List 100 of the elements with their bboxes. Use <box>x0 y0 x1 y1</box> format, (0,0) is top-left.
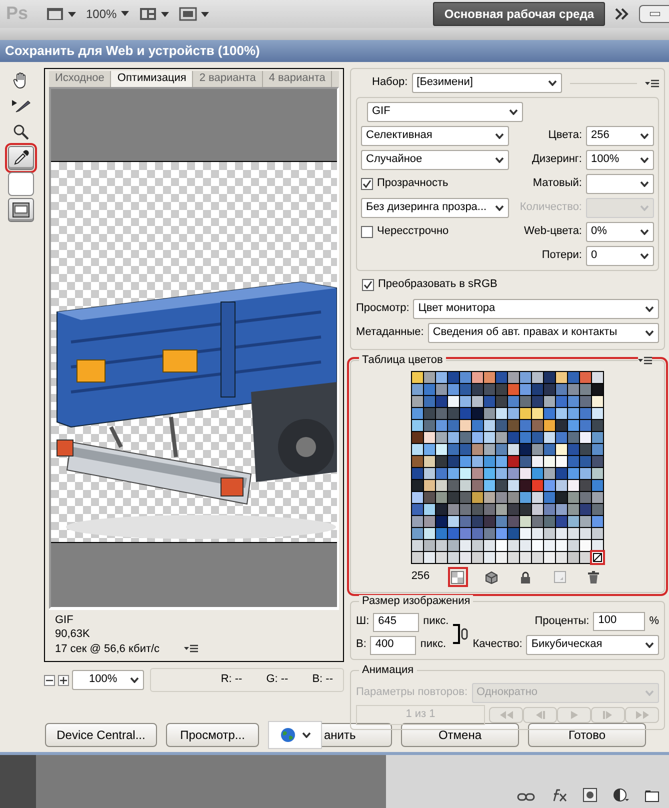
color-swatch[interactable] <box>460 480 471 491</box>
cancel-button[interactable]: Отмена <box>401 723 519 747</box>
color-swatch[interactable] <box>556 420 567 431</box>
color-swatch[interactable] <box>484 504 495 515</box>
color-swatch[interactable] <box>484 456 495 467</box>
color-swatch[interactable] <box>448 420 459 431</box>
color-swatch[interactable] <box>424 384 435 395</box>
color-swatch[interactable] <box>556 528 567 539</box>
color-swatch[interactable] <box>568 468 579 479</box>
color-swatch[interactable] <box>544 504 555 515</box>
value-dropdown[interactable]: 256 <box>586 126 654 146</box>
color-swatch[interactable] <box>568 396 579 407</box>
color-swatch[interactable] <box>496 396 507 407</box>
color-swatch[interactable] <box>532 408 543 419</box>
checkbox[interactable] <box>361 226 373 238</box>
color-swatch[interactable] <box>520 396 531 407</box>
view-tab[interactable]: 2 варианта <box>193 71 263 87</box>
color-swatch[interactable] <box>472 432 483 443</box>
device-central-button[interactable]: Device Central... <box>45 723 157 747</box>
color-swatch[interactable] <box>412 384 423 395</box>
color-swatch[interactable] <box>472 456 483 467</box>
color-swatch[interactable] <box>532 492 543 503</box>
color-swatch[interactable] <box>448 492 459 503</box>
color-swatch[interactable] <box>544 468 555 479</box>
color-swatch[interactable] <box>460 468 471 479</box>
color-swatch[interactable] <box>556 384 567 395</box>
color-swatch[interactable] <box>496 492 507 503</box>
color-swatch[interactable] <box>580 540 591 551</box>
color-swatch[interactable] <box>424 372 435 383</box>
last-frame-button[interactable] <box>625 707 659 723</box>
color-swatch[interactable] <box>472 420 483 431</box>
color-swatch[interactable] <box>460 456 471 467</box>
color-swatch[interactable] <box>520 516 531 527</box>
color-swatch[interactable] <box>508 528 519 539</box>
color-swatch[interactable] <box>460 504 471 515</box>
color-swatch[interactable] <box>460 540 471 551</box>
color-swatch[interactable] <box>556 432 567 443</box>
color-swatch[interactable] <box>412 480 423 491</box>
eyedropper-tool[interactable] <box>8 146 34 170</box>
color-swatch[interactable] <box>436 468 447 479</box>
color-swatch[interactable] <box>496 384 507 395</box>
view-tab[interactable]: Оптимизация <box>111 71 194 87</box>
color-swatch[interactable] <box>544 552 555 563</box>
color-swatch[interactable] <box>412 504 423 515</box>
color-swatch[interactable] <box>508 396 519 407</box>
prev-frame-button[interactable] <box>523 707 557 723</box>
color-swatch[interactable] <box>544 480 555 491</box>
color-swatch[interactable] <box>484 552 495 563</box>
color-swatch[interactable] <box>448 432 459 443</box>
color-swatch[interactable] <box>580 552 591 563</box>
color-swatch[interactable] <box>496 432 507 443</box>
color-swatch[interactable] <box>580 468 591 479</box>
color-swatch[interactable] <box>472 384 483 395</box>
color-swatch[interactable] <box>412 540 423 551</box>
color-swatch[interactable] <box>424 480 435 491</box>
color-swatch[interactable] <box>520 420 531 431</box>
color-swatch[interactable] <box>568 420 579 431</box>
minimize-button[interactable] <box>639 5 669 23</box>
color-swatch[interactable] <box>556 492 567 503</box>
color-swatch[interactable] <box>448 456 459 467</box>
color-swatch[interactable] <box>448 396 459 407</box>
color-swatch[interactable] <box>496 504 507 515</box>
value-dropdown[interactable]: 0% <box>586 222 654 242</box>
color-swatch[interactable] <box>448 408 459 419</box>
color-swatch[interactable] <box>568 528 579 539</box>
color-swatch[interactable] <box>472 516 483 527</box>
color-swatch[interactable] <box>496 408 507 419</box>
color-swatch[interactable] <box>424 504 435 515</box>
save-button[interactable]: анить <box>322 723 392 747</box>
zoom-dropdown[interactable]: 100% <box>72 670 144 690</box>
color-swatch[interactable] <box>508 444 519 455</box>
color-swatch[interactable] <box>592 468 603 479</box>
color-swatch[interactable] <box>412 528 423 539</box>
color-swatch[interactable] <box>592 372 603 383</box>
color-swatch[interactable] <box>520 372 531 383</box>
view-tab[interactable]: 4 варианта <box>262 71 332 87</box>
color-swatch[interactable] <box>532 456 543 467</box>
color-swatch[interactable] <box>592 420 603 431</box>
color-swatch[interactable] <box>448 372 459 383</box>
color-swatch[interactable] <box>472 528 483 539</box>
color-swatch[interactable] <box>508 408 519 419</box>
color-swatch[interactable] <box>508 492 519 503</box>
color-swatch[interactable] <box>544 408 555 419</box>
color-swatch[interactable] <box>424 408 435 419</box>
format-dropdown[interactable]: GIF <box>367 102 523 122</box>
color-swatch[interactable] <box>448 444 459 455</box>
color-swatch[interactable] <box>544 420 555 431</box>
color-swatch[interactable] <box>568 372 579 383</box>
color-swatch[interactable] <box>412 456 423 467</box>
color-swatch[interactable] <box>412 492 423 503</box>
color-swatch[interactable] <box>532 552 543 563</box>
color-swatch[interactable] <box>412 372 423 383</box>
color-swatch-button[interactable] <box>8 172 34 196</box>
color-swatch[interactable] <box>472 492 483 503</box>
color-swatch[interactable] <box>448 516 459 527</box>
color-swatch[interactable] <box>484 492 495 503</box>
color-swatch[interactable] <box>520 408 531 419</box>
width-field[interactable]: 645 <box>373 612 420 632</box>
color-swatch[interactable] <box>544 432 555 443</box>
color-swatch[interactable] <box>484 444 495 455</box>
